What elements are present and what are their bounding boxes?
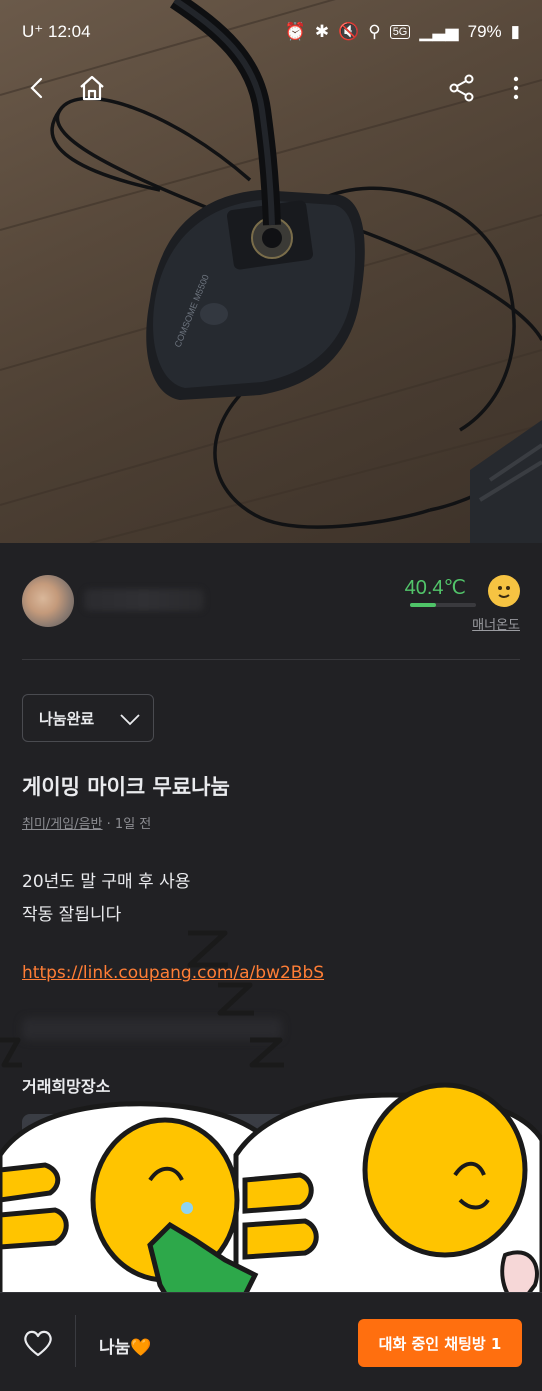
clock: 12:04 [47, 22, 91, 41]
battery-icon: ▮ [510, 22, 520, 41]
temperature-bar-fill [410, 603, 437, 607]
back-arrow-icon [30, 77, 43, 99]
product-image[interactable]: COMSOME M5500 U⁺ 12:04 ⏰ ✱ 🔇 ⚲ 5G ▁▃▅ 79… [0, 0, 542, 543]
chat-rooms-button[interactable]: 대화 중인 채팅방 1 [358, 1319, 522, 1367]
location-icon: ⚲ [368, 22, 381, 41]
network-label: 5G [389, 25, 411, 39]
temperature-bar [410, 603, 476, 607]
bottom-action-bar: 나눔🧡 대화 중인 채팅방 1 [0, 1292, 542, 1391]
smiley-face-icon [488, 575, 520, 607]
battery-label: 79% [467, 22, 502, 41]
status-left: U⁺ 12:04 [22, 22, 91, 42]
home-button[interactable] [70, 66, 114, 110]
avatar[interactable] [22, 575, 74, 627]
seller-profile[interactable]: 40.4℃ 매너온도 [22, 575, 520, 633]
more-button[interactable] [494, 66, 538, 110]
share-icon [449, 74, 474, 102]
seller-nickname-redacted [84, 589, 204, 611]
divider [75, 1315, 76, 1367]
top-navigation [0, 66, 542, 116]
status-select[interactable]: 나눔완료 [22, 694, 154, 742]
zzz-icon [0, 930, 284, 1068]
heart-icon[interactable] [22, 1328, 54, 1358]
category-link[interactable]: 취미/게임/음반 [22, 817, 103, 832]
description-line: 20년도 말 구매 후 사용 [22, 872, 191, 892]
share-button[interactable] [440, 66, 484, 110]
divider [22, 659, 520, 660]
sleeping-character-sticker [0, 930, 542, 1330]
alarm-icon: ⏰ [284, 22, 306, 41]
manner-temperature: 40.4℃ [404, 577, 466, 599]
home-icon [80, 75, 104, 101]
more-vertical-icon [513, 76, 519, 100]
listing-description: 20년도 말 구매 후 사용 작동 잘됩니다 [22, 866, 190, 932]
status-right: ⏰ ✱ 🔇 ⚲ 5G ▁▃▅ 79% ▮ [285, 22, 520, 42]
bluetooth-icon: ✱ [314, 22, 330, 41]
price-label: 나눔🧡 [99, 1338, 152, 1358]
signal-icon: ▁▃▅ [419, 22, 459, 41]
back-button[interactable] [16, 66, 60, 110]
mute-icon: 🔇 [338, 22, 360, 41]
status-bar: U⁺ 12:04 ⏰ ✱ 🔇 ⚲ 5G ▁▃▅ 79% ▮ [0, 18, 542, 46]
time-ago: · 1일 전 [106, 817, 152, 832]
carrier-label: U⁺ [22, 22, 44, 41]
manner-temperature-label[interactable]: 매너온도 [472, 614, 520, 633]
chevron-down-icon [120, 714, 140, 726]
status-select-value: 나눔완료 [39, 709, 95, 728]
listing-meta: 취미/게임/음반 · 1일 전 [22, 813, 151, 832]
listing-title: 게이밍 마이크 무료나눔 [22, 775, 230, 799]
